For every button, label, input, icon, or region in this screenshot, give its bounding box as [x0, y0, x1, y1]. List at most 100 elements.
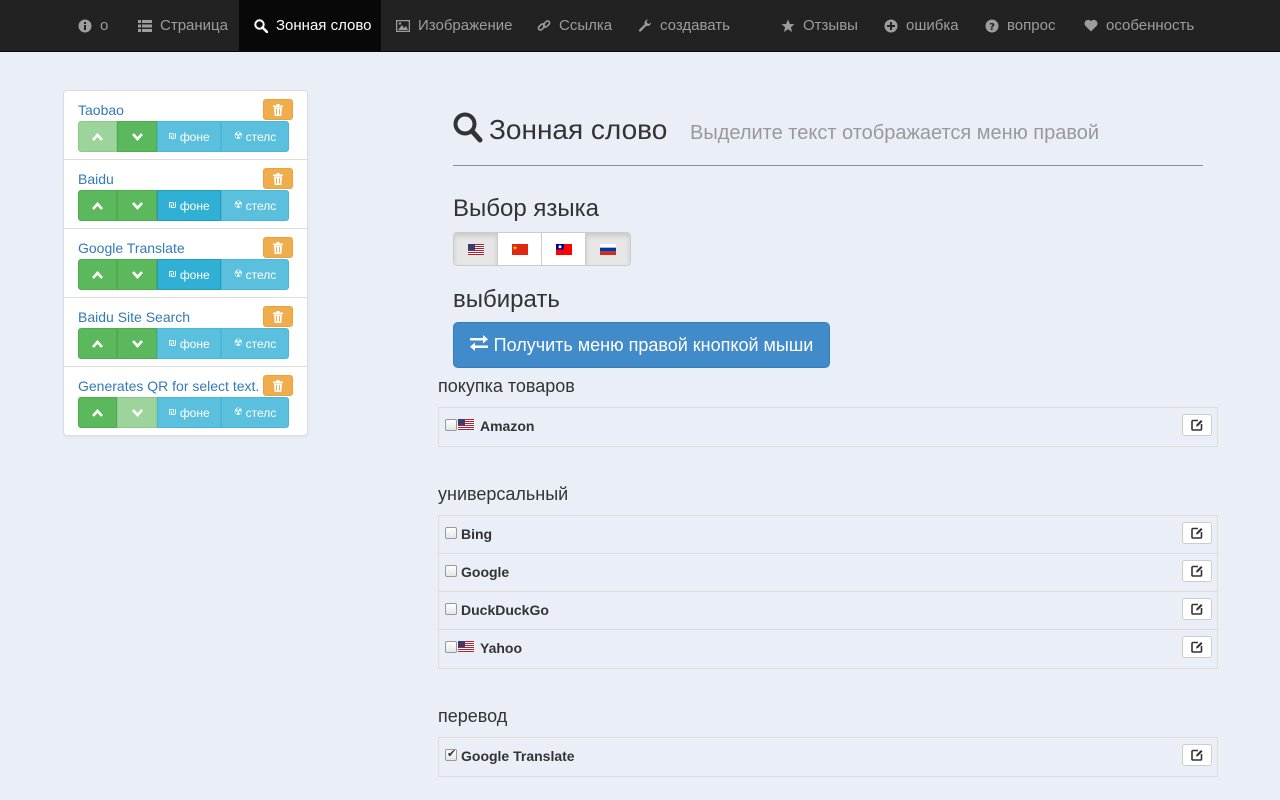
engine-list: Bing Google DuckDuckGo Yahoo — [438, 515, 1218, 669]
move-down-button[interactable] — [117, 190, 157, 221]
engine-row: Yahoo — [439, 630, 1217, 668]
stealth-mode-button[interactable]: ☢ стелс — [221, 121, 289, 152]
nav-create[interactable]: создавать — [623, 0, 745, 51]
delete-button[interactable] — [263, 306, 293, 327]
nav-page[interactable]: Страница — [123, 0, 243, 51]
engine-checkbox[interactable] — [445, 527, 457, 539]
background-mode-button[interactable]: ₪ фоне — [157, 190, 221, 221]
edit-engine-button[interactable] — [1182, 598, 1212, 620]
engine-checkbox[interactable] — [445, 641, 457, 653]
edit-icon — [1191, 641, 1203, 653]
engine-checkbox[interactable] — [445, 565, 457, 577]
delete-button[interactable] — [263, 375, 293, 396]
background-mode-button[interactable]: ₪ фоне — [157, 121, 221, 152]
background-mode-label: фоне — [179, 267, 210, 282]
stealth-mode-button[interactable]: ☢ стелс — [221, 397, 289, 428]
nav-link[interactable]: Ссылка — [522, 0, 627, 51]
engine-name: DuckDuckGo — [461, 602, 549, 618]
engine-name: Yahoo — [480, 640, 523, 656]
nav-image[interactable]: Изображение — [381, 0, 528, 51]
background-mode-label: фоне — [179, 129, 210, 144]
chevron-up-icon — [92, 132, 103, 141]
nav-about[interactable]: о — [63, 0, 123, 51]
nav-zone-word[interactable]: Зонная слово — [239, 0, 381, 51]
sidebar-engine-title[interactable]: Taobao — [78, 102, 124, 118]
move-up-button[interactable] — [78, 328, 117, 359]
chevron-down-icon — [131, 270, 143, 279]
engine-row: Google Translate — [439, 738, 1217, 776]
stealth-mode-button[interactable]: ☢ стелс — [221, 259, 289, 290]
language-option-zh-cn[interactable] — [498, 233, 542, 265]
edit-engine-button[interactable] — [1182, 560, 1212, 582]
engine-name: Bing — [461, 526, 493, 542]
move-up-button[interactable] — [78, 190, 117, 221]
star-icon — [781, 19, 795, 33]
us-flag-icon — [458, 641, 474, 652]
background-icon: ₪ — [168, 269, 177, 280]
engine-row: DuckDuckGo — [439, 592, 1217, 630]
move-down-button[interactable] — [117, 259, 157, 290]
sidebar-engine-title[interactable]: Google Translate — [78, 240, 185, 256]
category-title: универсальный — [438, 484, 569, 504]
radiation-icon: ☢ — [233, 269, 243, 280]
edit-engine-button[interactable] — [1182, 744, 1212, 766]
stealth-mode-label: стелс — [245, 129, 277, 144]
engine-name: Google Translate — [461, 748, 575, 764]
engine-action-group: ₪ фоне ☢ стелс — [78, 397, 289, 428]
question-circle-icon: ? — [985, 19, 999, 33]
nav-label: особенность — [1106, 17, 1195, 34]
sidebar-engine-title[interactable]: Generates QR for select text. — [78, 378, 259, 394]
move-down-button[interactable] — [117, 121, 157, 152]
edit-icon — [1191, 419, 1203, 431]
move-down-button[interactable] — [117, 328, 157, 359]
delete-button[interactable] — [263, 237, 293, 258]
edit-engine-button[interactable] — [1182, 414, 1212, 436]
language-option-ru[interactable] — [586, 233, 630, 265]
sidebar-engine-title[interactable]: Baidu — [78, 171, 114, 187]
nav-label: Изображение — [418, 17, 513, 34]
stealth-mode-button[interactable]: ☢ стелс — [221, 328, 289, 359]
nav-label: Страница — [160, 17, 228, 34]
background-mode-button[interactable]: ₪ фоне — [157, 259, 221, 290]
edit-engine-button[interactable] — [1182, 522, 1212, 544]
edit-icon — [1191, 603, 1203, 615]
radiation-icon: ☢ — [233, 131, 243, 142]
edit-icon — [1191, 565, 1203, 577]
language-option-zh-tw[interactable] — [542, 233, 586, 265]
plus-circle-icon — [884, 19, 898, 33]
engine-checkbox[interactable] — [445, 419, 457, 431]
engine-order-sidebar: Taobao ₪ фоне ☢ стелс Baidu ₪ фоне ☢ стелс Google … — [63, 90, 308, 436]
engine-list: Google Translate — [438, 737, 1218, 777]
nav-label: Отзывы — [803, 17, 858, 34]
page-header: Зонная слово Выделите текст отображается… — [453, 110, 1203, 166]
china-flag-icon — [511, 243, 528, 255]
get-context-menu-button[interactable]: Получить меню правой кнопкой мыши — [453, 322, 830, 368]
nav-question[interactable]: ? вопрос — [970, 0, 1070, 51]
top-navbar: о Страница Зонная слово Изображение Ссыл… — [0, 0, 1280, 52]
engine-checkbox[interactable] — [445, 603, 457, 615]
nav-bug[interactable]: ошибка — [869, 0, 974, 51]
background-mode-button[interactable]: ₪ фоне — [157, 328, 221, 359]
nav-label: о — [100, 17, 109, 34]
background-mode-label: фоне — [179, 405, 210, 420]
engine-row: Google — [439, 554, 1217, 592]
chevron-down-icon — [131, 339, 143, 348]
sidebar-engine-title[interactable]: Baidu Site Search — [78, 309, 190, 325]
background-icon: ₪ — [168, 200, 177, 211]
delete-button[interactable] — [263, 168, 293, 189]
nav-reviews[interactable]: Отзывы — [766, 0, 873, 51]
chevron-up-icon — [92, 201, 103, 210]
stealth-mode-label: стелс — [245, 198, 277, 213]
edit-engine-button[interactable] — [1182, 636, 1212, 658]
stealth-mode-button[interactable]: ☢ стелс — [221, 190, 289, 221]
background-icon: ₪ — [168, 338, 177, 349]
delete-button[interactable] — [263, 99, 293, 120]
move-up-button[interactable] — [78, 259, 117, 290]
trash-icon — [273, 310, 283, 323]
engine-checkbox[interactable] — [445, 747, 457, 761]
background-mode-label: фоне — [179, 336, 210, 351]
background-mode-button[interactable]: ₪ фоне — [157, 397, 221, 428]
language-option-en-us[interactable] — [454, 233, 498, 265]
move-up-button[interactable] — [78, 397, 117, 428]
nav-feature[interactable]: особенность — [1069, 0, 1209, 51]
